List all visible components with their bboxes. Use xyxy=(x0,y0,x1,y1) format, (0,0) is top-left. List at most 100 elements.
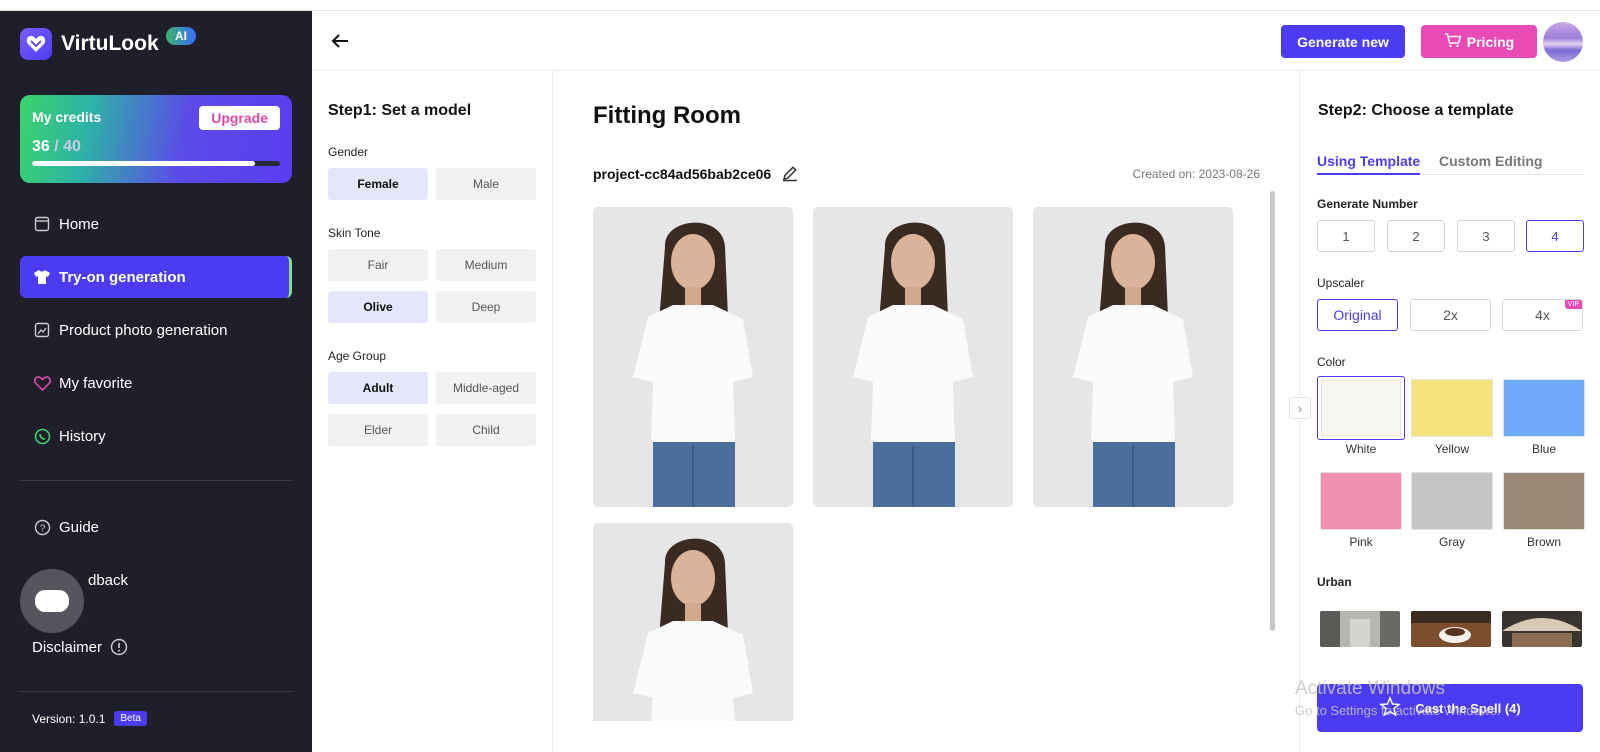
urban-template-street[interactable] xyxy=(1320,611,1400,647)
image-icon xyxy=(33,321,51,339)
age-middle-aged-option[interactable]: Middle-aged xyxy=(436,372,536,404)
nav-my-favorite[interactable]: My favorite xyxy=(20,362,292,404)
generate-number-3[interactable]: 3 xyxy=(1457,220,1515,252)
color-white-label: White xyxy=(1345,442,1377,456)
white-swatch-fill xyxy=(1321,380,1401,436)
credits-total: / 40 xyxy=(54,138,81,155)
generated-photo[interactable] xyxy=(813,207,1013,507)
nav-try-on-label: Try-on generation xyxy=(59,268,186,286)
yellow-swatch-fill xyxy=(1411,379,1493,437)
created-on: Created on: 2023-08-26 xyxy=(1133,167,1260,181)
heart-logo-icon xyxy=(20,28,52,60)
step2-title: Step2: Choose a template xyxy=(1318,102,1514,119)
pricing-button[interactable]: Pricing xyxy=(1421,25,1537,58)
tab-using-template[interactable]: Using Template xyxy=(1317,153,1421,175)
color-pink-label: Pink xyxy=(1349,535,1373,549)
generate-new-button[interactable]: Generate new xyxy=(1281,25,1405,58)
sidebar-divider xyxy=(20,480,292,481)
color-swatch-gray[interactable] xyxy=(1408,469,1496,533)
app-name: VirtuLook xyxy=(61,32,159,55)
skin-medium-option[interactable]: Medium xyxy=(436,249,536,281)
nav-product-label: Product photo generation xyxy=(59,321,228,339)
vip-badge: VIP xyxy=(1564,300,1582,309)
back-arrow-icon[interactable] xyxy=(328,29,352,53)
svg-text:?: ? xyxy=(39,523,45,534)
nav-try-on-generation[interactable]: Try-on generation xyxy=(20,256,292,298)
gray-swatch-fill xyxy=(1411,472,1493,530)
age-adult-option[interactable]: Adult xyxy=(328,372,428,404)
generated-photo[interactable] xyxy=(1033,207,1233,507)
gender-male-option[interactable]: Male xyxy=(436,168,536,200)
generate-number-1[interactable]: 1 xyxy=(1317,220,1375,252)
credits-card: My credits Upgrade 36 / 40 xyxy=(20,95,292,183)
fitting-room-title: Fitting Room xyxy=(593,102,741,129)
cart-icon xyxy=(1444,32,1462,51)
skin-fair-option[interactable]: Fair xyxy=(328,249,428,281)
upscaler-label: Upscaler xyxy=(1317,276,1365,290)
nav-favorite-label: My favorite xyxy=(59,374,133,392)
credits-title: My credits xyxy=(32,109,102,125)
upscaler-2x[interactable]: 2x xyxy=(1410,299,1491,331)
generate-number-2[interactable]: 2 xyxy=(1387,220,1445,252)
upscaler-original[interactable]: Original xyxy=(1317,299,1398,331)
app-logo[interactable]: VirtuLook AI xyxy=(20,27,196,60)
upgrade-button[interactable]: Upgrade xyxy=(199,106,280,130)
magic-star-icon xyxy=(1379,695,1402,721)
color-swatch-blue[interactable] xyxy=(1500,376,1588,440)
generated-photo[interactable] xyxy=(593,523,793,721)
credits-count: 36 / 40 xyxy=(32,138,81,156)
chat-support-button[interactable] xyxy=(20,569,84,633)
credits-progress-bar xyxy=(32,161,280,166)
color-swatch-pink[interactable] xyxy=(1317,469,1405,533)
pencil-edit-icon[interactable] xyxy=(781,164,799,182)
gallery-scrollbar[interactable] xyxy=(1270,191,1275,631)
generate-number-4[interactable]: 4 xyxy=(1526,220,1584,252)
color-swatch-yellow[interactable] xyxy=(1408,376,1496,440)
nav-guide[interactable]: ? Guide xyxy=(20,506,292,548)
project-name: project-cc84ad56bab2ce06 xyxy=(593,166,772,182)
nav-history[interactable]: History xyxy=(20,415,292,457)
pricing-label: Pricing xyxy=(1466,33,1515,50)
step1-title: Step1: Set a model xyxy=(328,102,472,119)
nav-product-photo-generation[interactable]: Product photo generation xyxy=(20,309,292,351)
nav-feedback-label: dback xyxy=(88,571,129,589)
model-photo-illustration xyxy=(593,207,793,507)
upscaler-4x[interactable]: 4x VIP xyxy=(1502,299,1583,331)
color-yellow-label: Yellow xyxy=(1434,442,1470,456)
whatsapp-history-icon xyxy=(33,427,51,445)
model-photo-illustration xyxy=(1033,207,1233,507)
version-info: Version: 1.0.1 Beta xyxy=(32,711,147,726)
urban-template-mall[interactable] xyxy=(1502,611,1582,647)
nav-disclaimer[interactable]: Disclaimer xyxy=(20,626,292,668)
cast-the-spell-button[interactable]: Cast the Spell (4) xyxy=(1317,684,1583,732)
version-label: Version: 1.0.1 xyxy=(32,711,106,726)
nav-home-label: Home xyxy=(59,215,100,233)
heart-icon xyxy=(33,374,51,392)
upscaler-4x-label: 4x xyxy=(1535,307,1550,323)
skin-olive-option[interactable]: Olive xyxy=(328,291,428,323)
brown-swatch-fill xyxy=(1503,472,1585,530)
age-group-label: Age Group xyxy=(328,349,387,363)
gender-label: Gender xyxy=(328,145,369,159)
user-avatar[interactable] xyxy=(1543,22,1583,62)
nav-disclaimer-label: Disclaimer xyxy=(32,638,103,656)
gender-female-option[interactable]: Female xyxy=(328,168,428,200)
age-elder-option[interactable]: Elder xyxy=(328,414,428,446)
step2-panel: › Step2: Choose a template Using Templat… xyxy=(1289,71,1600,752)
pink-swatch-fill xyxy=(1320,472,1402,530)
created-on-label: Created on: xyxy=(1132,167,1196,181)
urban-label: Urban xyxy=(1317,575,1352,589)
window-top-edge xyxy=(0,0,1600,11)
chevron-right-icon[interactable]: › xyxy=(1289,397,1311,419)
fitting-room-panel: Fitting Room project-cc84ad56bab2ce06 Cr… xyxy=(553,71,1299,752)
color-blue-label: Blue xyxy=(1531,442,1557,456)
color-swatch-brown[interactable] xyxy=(1500,469,1588,533)
chat-bubble-icon xyxy=(35,590,69,612)
skin-deep-option[interactable]: Deep xyxy=(436,291,536,323)
color-swatch-white[interactable] xyxy=(1317,376,1405,440)
age-child-option[interactable]: Child xyxy=(436,414,536,446)
generated-photo[interactable] xyxy=(593,207,793,507)
nav-home[interactable]: Home xyxy=(20,203,292,245)
urban-template-cafe[interactable] xyxy=(1411,611,1491,647)
tab-custom-editing[interactable]: Custom Editing xyxy=(1439,153,1542,169)
